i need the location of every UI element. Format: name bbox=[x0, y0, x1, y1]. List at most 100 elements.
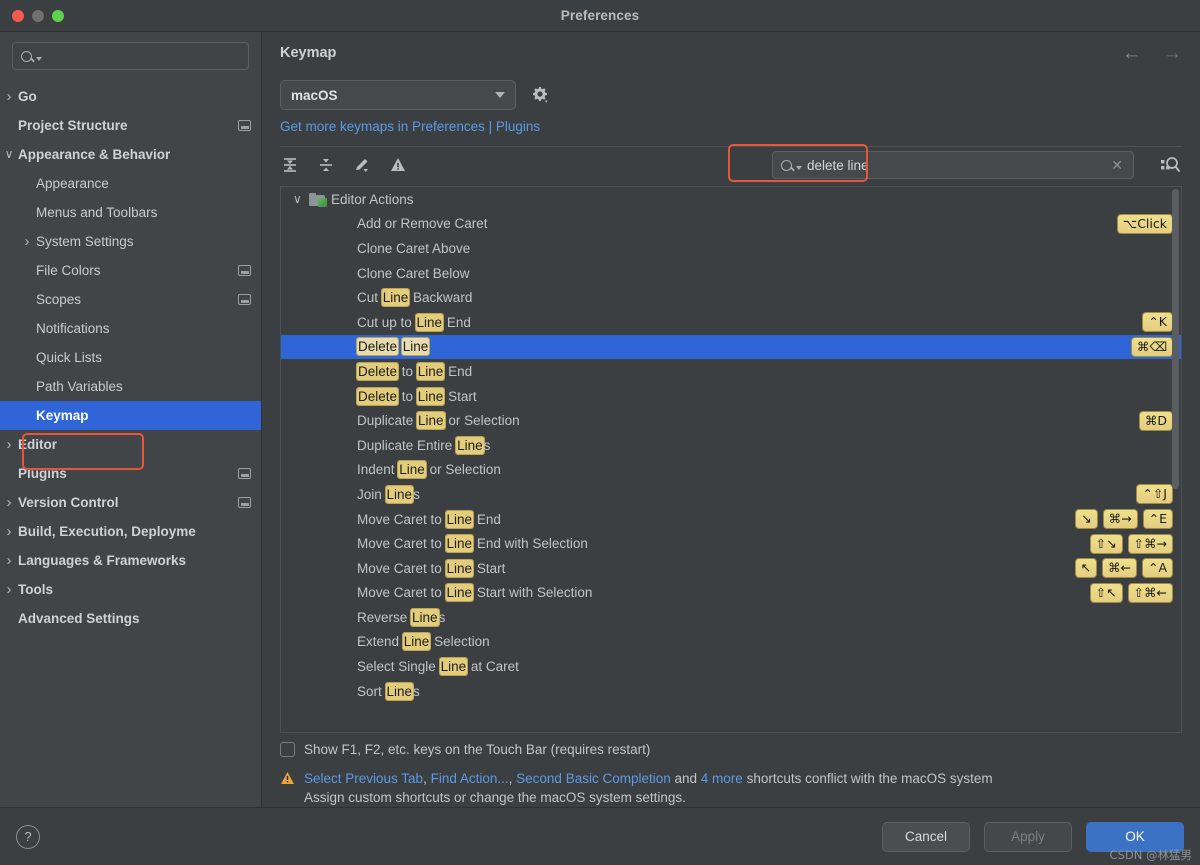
expand-all-icon[interactable] bbox=[280, 155, 300, 175]
gear-icon[interactable] bbox=[530, 85, 550, 105]
apply-button[interactable]: Apply bbox=[984, 821, 1072, 852]
sidebar-item-label: Appearance & Behavior bbox=[18, 147, 171, 162]
table-row[interactable]: Cut up to Line End ⌃K bbox=[281, 310, 1181, 335]
forward-arrow-icon[interactable]: → bbox=[1163, 44, 1182, 63]
touchbar-checkbox-row[interactable]: Show F1, F2, etc. keys on the Touch Bar … bbox=[262, 733, 1200, 757]
table-row[interactable]: Cut Line Backward bbox=[281, 285, 1181, 310]
table-row[interactable]: Delete to Line End bbox=[281, 359, 1181, 384]
table-row[interactable]: Move Caret to Line Start ↖ ⌘← ⌃A bbox=[281, 556, 1181, 581]
table-row[interactable]: Join Lines ⌃⇧J bbox=[281, 482, 1181, 507]
collapse-all-icon[interactable] bbox=[316, 155, 336, 175]
shortcut-badge[interactable]: ↘ bbox=[1075, 509, 1098, 530]
chevron-right-icon[interactable] bbox=[0, 437, 18, 452]
sidebar-item-build-execution-deployment[interactable]: Build, Execution, Deployme bbox=[0, 517, 261, 546]
sidebar-item-label: File Colors bbox=[36, 263, 101, 278]
warning-icon bbox=[280, 771, 295, 785]
sidebar-item-path-variables[interactable]: Path Variables bbox=[0, 372, 261, 401]
table-row[interactable]: Delete to Line Start bbox=[281, 384, 1181, 409]
shortcut-badge[interactable]: ⌘⌫ bbox=[1130, 336, 1173, 357]
sidebar-item-scopes[interactable]: Scopes bbox=[0, 285, 261, 314]
find-shortcut-input[interactable] bbox=[807, 157, 1107, 173]
sidebar-item-file-colors[interactable]: File Colors bbox=[0, 256, 261, 285]
chevron-down-icon[interactable] bbox=[0, 148, 18, 161]
sidebar-item-quick-lists[interactable]: Quick Lists bbox=[0, 343, 261, 372]
cancel-button[interactable]: Cancel bbox=[882, 821, 970, 852]
sidebar-search-box[interactable] bbox=[12, 42, 249, 70]
shortcut-badge[interactable]: ⌘→ bbox=[1102, 509, 1138, 530]
edit-shortcut-icon[interactable] bbox=[352, 155, 372, 175]
link-select-previous-tab[interactable]: Select Previous Tab bbox=[304, 771, 423, 786]
touchbar-checkbox[interactable] bbox=[280, 742, 295, 757]
sidebar-item-version-control[interactable]: Version Control bbox=[0, 488, 261, 517]
shortcut-badge[interactable]: ⇧⌘→ bbox=[1127, 533, 1173, 554]
chevron-right-icon[interactable] bbox=[0, 524, 18, 539]
chevron-right-icon[interactable] bbox=[0, 553, 18, 568]
shortcut-badge[interactable]: ↖ bbox=[1074, 558, 1097, 579]
close-icon[interactable]: ✕ bbox=[1111, 157, 1125, 174]
link-find-action[interactable]: Find Action... bbox=[431, 771, 509, 786]
shortcut-badge[interactable]: ⌘D bbox=[1138, 410, 1173, 431]
sidebar-item-go[interactable]: Go bbox=[0, 82, 261, 111]
table-row[interactable]: Duplicate Entire Lines bbox=[281, 433, 1181, 458]
table-row[interactable]: Clone Caret Below bbox=[281, 261, 1181, 286]
table-row[interactable]: Add or Remove Caret ⌥Click bbox=[281, 212, 1181, 237]
match-highlight: Line bbox=[416, 387, 445, 405]
sidebar-search-input[interactable] bbox=[47, 48, 240, 64]
sidebar-item-notifications[interactable]: Notifications bbox=[0, 314, 261, 343]
table-row[interactable]: Move Caret to Line End ↘ ⌘→ ⌃E bbox=[281, 507, 1181, 532]
sidebar-item-plugins[interactable]: Plugins bbox=[0, 459, 261, 488]
conflicts-warning-icon[interactable] bbox=[388, 155, 408, 175]
table-row[interactable]: Extend Line Selection bbox=[281, 630, 1181, 655]
table-row[interactable]: Reverse Lines bbox=[281, 605, 1181, 630]
shortcut-badges: ↘ ⌘→ ⌃E bbox=[1075, 507, 1173, 532]
sidebar-item-menus-and-toolbars[interactable]: Menus and Toolbars bbox=[0, 198, 261, 227]
shortcut-badge[interactable]: ⌘← bbox=[1101, 558, 1137, 579]
chevron-right-icon[interactable] bbox=[0, 89, 18, 104]
help-button[interactable]: ? bbox=[16, 824, 40, 849]
sidebar-item-system-settings[interactable]: System Settings bbox=[0, 227, 261, 256]
table-row[interactable]: Move Caret to Line End with Selection ⇧↘… bbox=[281, 531, 1181, 556]
shortcut-badge[interactable]: ⌃A bbox=[1141, 558, 1173, 579]
shortcut-badge[interactable]: ⌃K bbox=[1142, 312, 1173, 333]
actions-list[interactable]: ∨ Editor Actions Add or Remove Caret ⌥Cl… bbox=[280, 186, 1182, 733]
find-by-shortcut-icon[interactable] bbox=[1158, 154, 1182, 176]
find-shortcut-field[interactable]: ✕ bbox=[772, 151, 1134, 179]
shortcut-badge[interactable]: ⇧⌘← bbox=[1127, 582, 1173, 603]
sidebar-item-appearance[interactable]: Appearance bbox=[0, 169, 261, 198]
sidebar-item-label: Version Control bbox=[18, 495, 119, 510]
sidebar-item-project-structure[interactable]: Project Structure bbox=[0, 111, 261, 140]
chevron-down-icon[interactable] bbox=[796, 165, 802, 170]
shortcut-badge[interactable]: ⇧↖ bbox=[1089, 582, 1123, 603]
sidebar-item-keymap[interactable]: Keymap bbox=[0, 401, 261, 430]
shortcut-badge[interactable]: ⇧↘ bbox=[1089, 533, 1123, 554]
table-row[interactable]: Move Caret to Line Start with Selection … bbox=[281, 581, 1181, 606]
actions-list-scrollbar[interactable] bbox=[1170, 187, 1181, 732]
sidebar-item-languages-frameworks[interactable]: Languages & Frameworks bbox=[0, 546, 261, 575]
sidebar-item-advanced-settings[interactable]: Advanced Settings bbox=[0, 604, 261, 633]
table-row[interactable]: Sort Lines bbox=[281, 679, 1181, 704]
sidebar-item-editor[interactable]: Editor bbox=[0, 430, 261, 459]
sidebar-item-tools[interactable]: Tools bbox=[0, 575, 261, 604]
get-more-keymaps-link[interactable]: Get more keymaps in Preferences | Plugin… bbox=[262, 110, 1200, 134]
table-row[interactable]: Indent Line or Selection bbox=[281, 458, 1181, 483]
chevron-right-icon[interactable] bbox=[0, 495, 18, 510]
action-label: Duplicate Line or Selection bbox=[357, 412, 520, 430]
shortcut-badge[interactable]: ⌃E bbox=[1142, 509, 1173, 530]
link-4-more[interactable]: 4 more bbox=[701, 771, 743, 786]
sidebar-item-appearance-behavior[interactable]: Appearance & Behavior bbox=[0, 140, 261, 169]
chevron-down-icon[interactable]: ∨ bbox=[293, 192, 309, 206]
chevron-right-icon[interactable] bbox=[0, 582, 18, 597]
link-second-basic-completion[interactable]: Second Basic Completion bbox=[516, 771, 671, 786]
table-row[interactable]: Duplicate Line or Selection ⌘D bbox=[281, 408, 1181, 433]
table-row[interactable]: Select Single Line at Caret bbox=[281, 654, 1181, 679]
actions-group-row[interactable]: ∨ Editor Actions bbox=[281, 187, 1181, 212]
table-row[interactable]: Clone Caret Above bbox=[281, 236, 1181, 261]
back-arrow-icon[interactable]: ← bbox=[1122, 44, 1141, 63]
action-label: Move Caret to Line Start with Selection bbox=[357, 584, 593, 602]
shortcut-badge[interactable]: ⌃⇧J bbox=[1136, 484, 1173, 505]
scrollbar-thumb[interactable] bbox=[1172, 189, 1179, 489]
table-row-selected[interactable]: Delete Line ⌘⌫ bbox=[281, 334, 1181, 360]
chevron-right-icon[interactable] bbox=[18, 234, 36, 249]
keymap-select[interactable]: macOS bbox=[280, 80, 516, 110]
shortcut-badge[interactable]: ⌥Click bbox=[1116, 213, 1173, 234]
